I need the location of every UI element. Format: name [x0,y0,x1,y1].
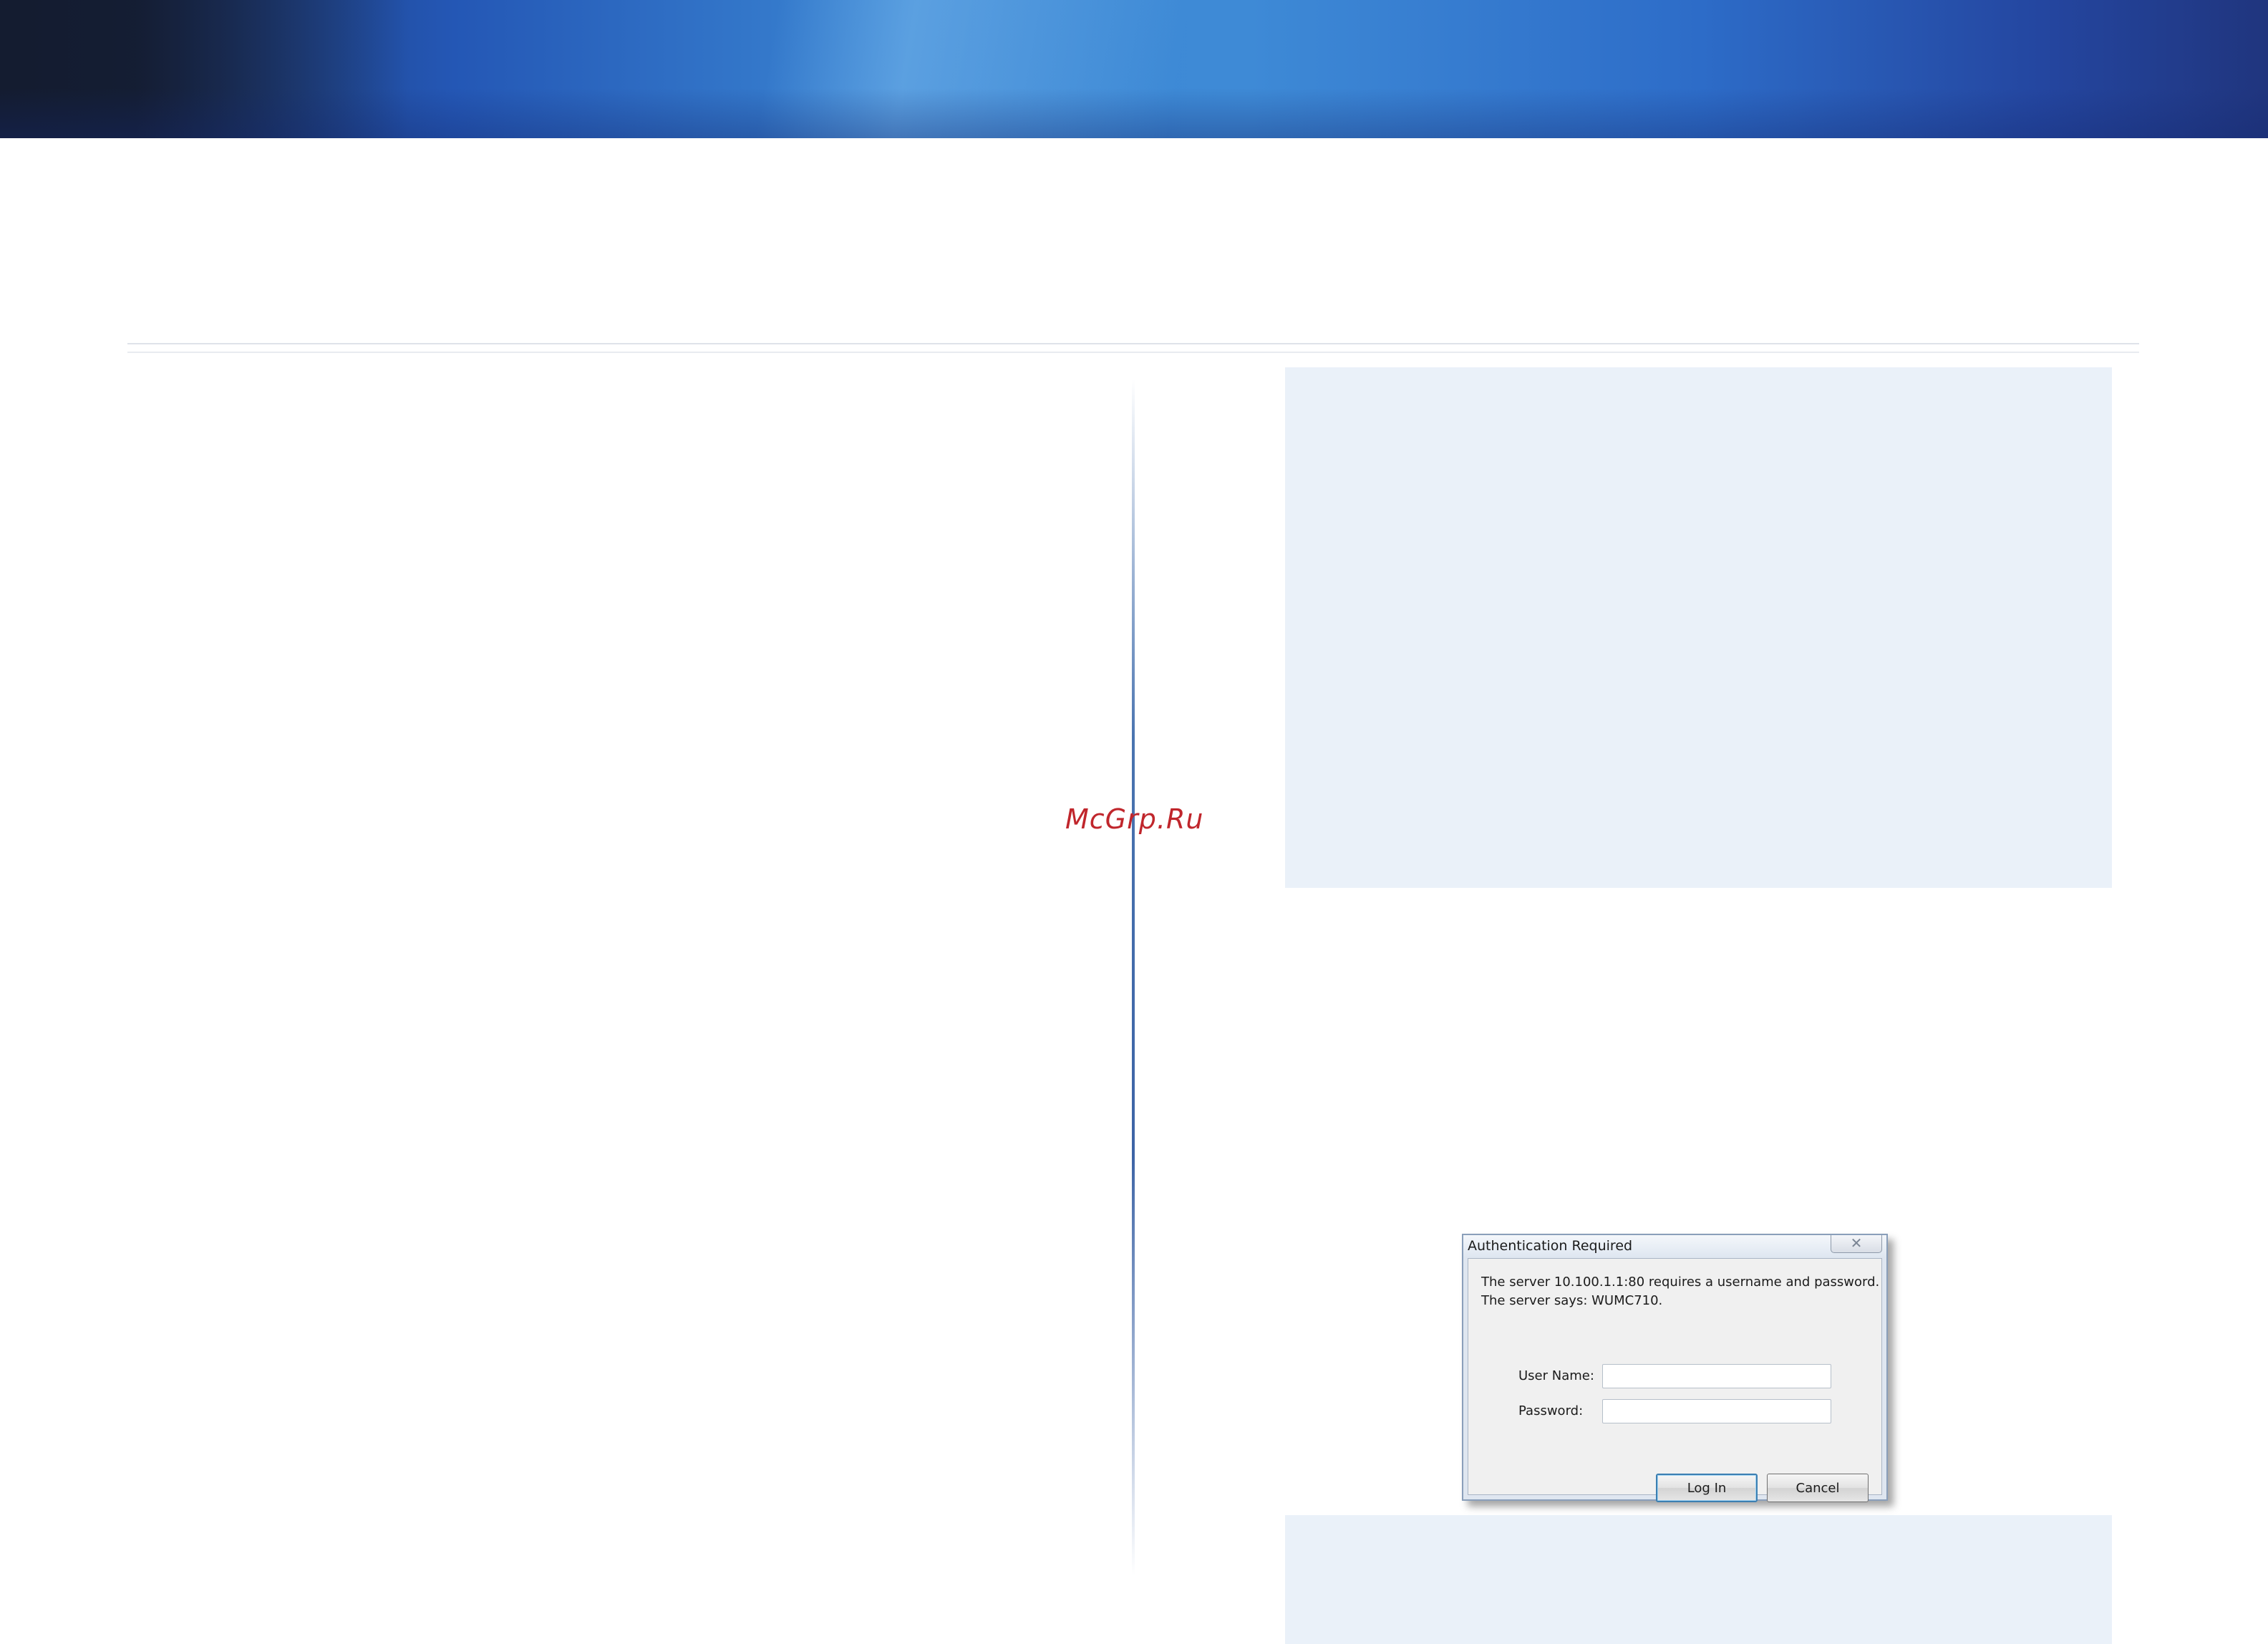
header-banner [0,0,2268,138]
dialog-message-line: The server says: WUMC710. [1481,1293,1663,1308]
dialog-message-line: The server 10.100.1.1:80 requires a user… [1481,1275,1880,1290]
dialog-message: The server 10.100.1.1:80 requires a user… [1481,1273,1879,1310]
column-divider [1132,379,1135,1575]
authentication-dialog: Authentication Required ✕ The server 10.… [1462,1234,1888,1502]
dialog-titlebar: Authentication Required ✕ [1463,1235,1886,1257]
watermark: McGrp.Ru [1065,803,1204,835]
dialog-body: The server 10.100.1.1:80 requires a user… [1468,1258,1882,1502]
dialog-title: Authentication Required [1468,1238,1633,1254]
header-rule-secondary [127,352,2139,353]
password-label: Password: [1518,1403,1584,1418]
header-rule [127,343,2139,344]
login-button[interactable]: Log In [1656,1474,1758,1502]
close-icon: ✕ [1850,1234,1863,1252]
cancel-button[interactable]: Cancel [1767,1474,1869,1502]
note-panel-bottom [1285,1515,2112,1644]
close-button[interactable]: ✕ [1831,1235,1882,1253]
username-field[interactable] [1602,1364,1831,1388]
note-panel-top [1285,367,2112,888]
username-label: User Name: [1518,1368,1594,1383]
password-field[interactable] [1602,1399,1831,1423]
